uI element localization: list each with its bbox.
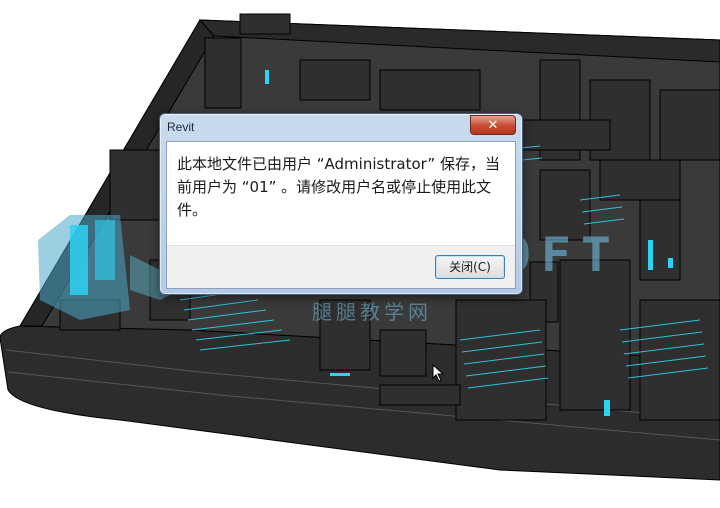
close-button[interactable]: 关闭(C) (435, 255, 505, 279)
dialog-titlebar[interactable]: Revit ✕ (160, 114, 522, 140)
titlebar-close-button[interactable]: ✕ (470, 115, 516, 135)
close-icon: ✕ (487, 117, 499, 133)
warning-dialog: Revit ✕ 此本地文件已由用户 “Administrator” 保存，当前用… (159, 113, 523, 295)
dialog-client-area: 此本地文件已由用户 “Administrator” 保存，当前用户为 “01” … (166, 141, 516, 289)
dialog-title: Revit (167, 120, 195, 134)
dialog-footer: 关闭(C) (167, 245, 515, 288)
mouse-cursor-icon (432, 364, 445, 382)
dialog-message: 此本地文件已由用户 “Administrator” 保存，当前用户为 “01” … (177, 155, 500, 219)
